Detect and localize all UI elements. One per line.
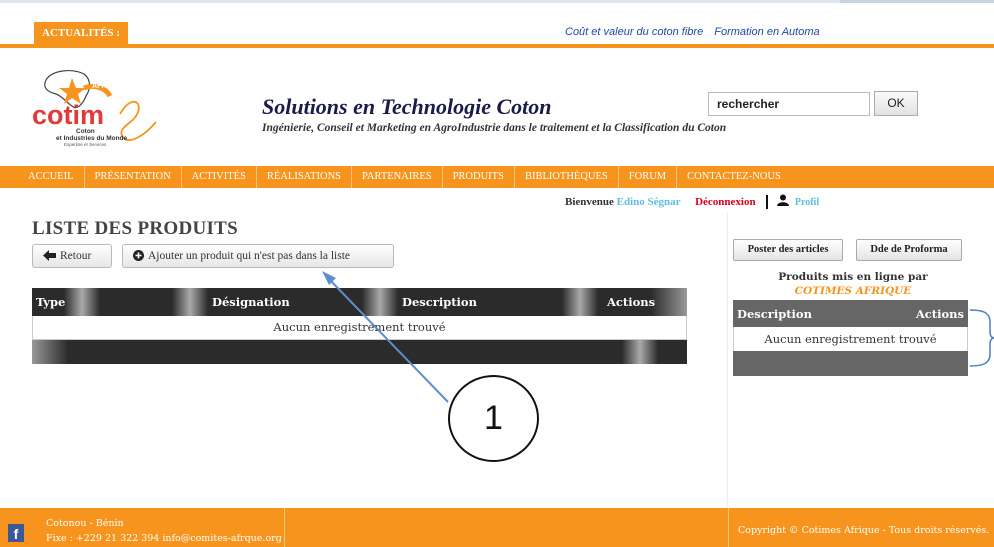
column-type[interactable]: Type	[32, 288, 65, 316]
plus-circle-icon	[133, 250, 144, 261]
svg-text:et Industries du Monde: et Industries du Monde	[56, 135, 128, 142]
footer-city: Cotonou - Bénin	[46, 518, 124, 529]
table-footer	[32, 340, 687, 364]
table-header: Type Désignation Description Actions	[32, 288, 687, 316]
user-icon	[777, 194, 790, 206]
nav-item-accueil[interactable]: ACCUEIL	[0, 166, 85, 188]
side-caption-text: Produits mis en ligne par	[778, 271, 928, 283]
online-products-table: Description Actions Aucun enregistrement…	[733, 300, 968, 376]
main-nav: ACCUEIL PRÉSENTATION ACTIVITÉS RÉALISATI…	[0, 166, 994, 188]
side-column-description[interactable]: Description	[737, 307, 812, 321]
site-logo[interactable]: AFRIQUE cotim Coton et Industries du Mon…	[32, 66, 177, 152]
footer-phone-email: Fixe : +229 21 322 394 info@comites-afrq…	[46, 533, 282, 544]
top-border	[0, 0, 994, 3]
search-input[interactable]	[708, 92, 870, 116]
side-caption: Produits mis en ligne par COTIMES AFRIQU…	[748, 270, 958, 298]
logo-graphic: AFRIQUE cotim Coton et Industries du Mon…	[32, 70, 157, 147]
side-empty-message: Aucun enregistrement trouvé	[733, 327, 968, 351]
site-title: Solutions en Technologie Coton	[262, 94, 552, 119]
profile-link[interactable]: Profil	[795, 197, 819, 208]
user-bar: Bienvenue Edino Ségnar Déconnexion Profi…	[565, 194, 819, 210]
footer: f Cotonou - Bénin Fixe : +229 21 322 394…	[0, 508, 994, 547]
nav-item-produits[interactable]: PRODUITS	[443, 166, 515, 188]
side-table-footer	[733, 351, 968, 376]
proforma-button[interactable]: Dde de Proforma	[856, 239, 962, 261]
add-product-button[interactable]: Ajouter un produit qui n'est pas dans la…	[122, 244, 394, 268]
nav-item-partenaires[interactable]: PARTENAIRES	[352, 166, 443, 188]
news-item[interactable]: Coût et valeur du coton fibre	[565, 26, 703, 38]
column-description[interactable]: Description	[398, 288, 477, 316]
news-bar: ACTUALITÉS : Coût et valeur du coton fib…	[0, 18, 994, 48]
side-column-actions: Actions	[915, 307, 964, 321]
news-ticker: Coût et valeur du coton fibre Formation …	[565, 26, 828, 38]
facebook-icon[interactable]: f	[8, 524, 24, 542]
products-table: Type Désignation Description Actions Auc…	[32, 288, 687, 365]
side-table-header: Description Actions	[733, 300, 968, 327]
copyright: Copyright © Cotimes Afrique - Tous droit…	[738, 525, 990, 536]
nav-item-realisations[interactable]: RÉALISATIONS	[257, 166, 353, 188]
side-caption-org: COTIMES AFRIQUE	[794, 285, 912, 297]
back-button[interactable]: Retour	[32, 244, 112, 268]
column-designation[interactable]: Désignation	[208, 288, 290, 316]
brace-annotation	[969, 309, 994, 367]
welcome-text: Bienvenue	[565, 196, 614, 208]
svg-text:AFRIQUE: AFRIQUE	[92, 83, 124, 90]
logout-link[interactable]: Déconnexion	[695, 196, 756, 208]
svg-text:Expertise et Services: Expertise et Services	[64, 142, 107, 147]
footer-divider	[728, 508, 729, 547]
svg-text:cotim: cotim	[32, 100, 104, 130]
nav-item-presentation[interactable]: PRÉSENTATION	[85, 166, 182, 188]
search-button[interactable]: OK	[874, 91, 918, 116]
nav-item-bibliotheques[interactable]: BIBLIOTHÈQUES	[515, 166, 619, 188]
empty-message: Aucun enregistrement trouvé	[32, 316, 687, 340]
divider	[766, 195, 769, 210]
arrow-left-icon	[43, 250, 56, 261]
column-actions: Actions	[607, 295, 656, 309]
footer-contact: Cotonou - Bénin Fixe : +229 21 322 394 i…	[46, 516, 282, 546]
nav-item-activites[interactable]: ACTIVITÉS	[182, 166, 257, 188]
user-name[interactable]: Edino Ségnar	[617, 196, 681, 208]
nav-item-contact[interactable]: CONTACTEZ-NOUS	[677, 166, 791, 188]
back-button-label: Retour	[60, 250, 92, 262]
column-divider	[727, 212, 728, 508]
nav-item-forum[interactable]: FORUM	[619, 166, 678, 188]
add-product-label: Ajouter un produit qui n'est pas dans la…	[148, 250, 351, 262]
site-subtitle: Ingénierie, Conseil et Marketing en Agro…	[262, 122, 727, 134]
annotation-callout: 1	[448, 375, 539, 462]
news-label: ACTUALITÉS :	[34, 22, 128, 44]
news-item[interactable]: Formation en Automa	[714, 26, 819, 38]
post-articles-button[interactable]: Poster des articles	[733, 239, 843, 261]
svg-text:Coton: Coton	[76, 128, 95, 135]
footer-divider	[284, 508, 285, 547]
page-title: LISTE DES PRODUITS	[32, 218, 239, 239]
